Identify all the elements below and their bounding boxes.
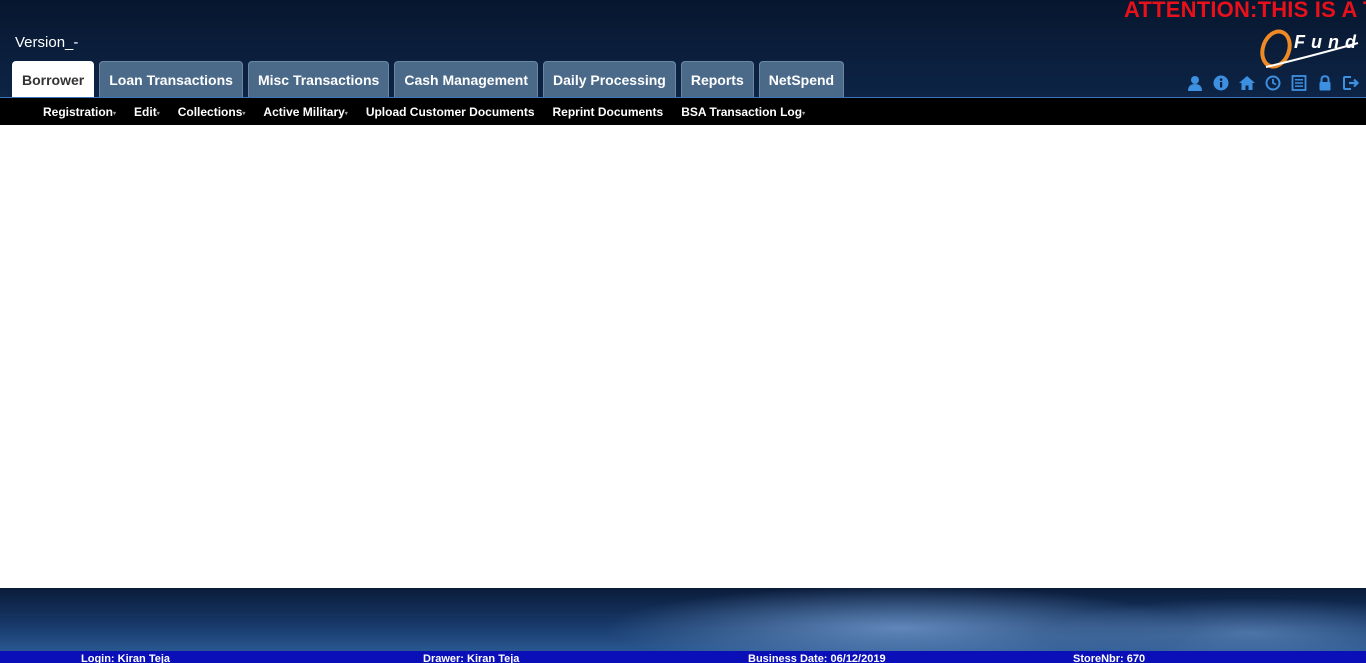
subnav-label: Reprint Documents [552,105,664,119]
qfund-logo: Fund [1258,27,1362,73]
subnav-label: Upload Customer Documents [365,105,535,119]
main-content [0,125,1366,588]
subnav-active-military[interactable]: Active Military▾ [263,105,347,119]
status-login: Login: Kiran Teja [81,653,171,663]
sub-navigation: Registration▾ Edit▾ Collections▾ Active … [0,97,1366,125]
main-tabs: Borrower Loan Transactions Misc Transact… [12,61,845,97]
user-icon[interactable] [1186,74,1204,92]
caret-down-icon: ▾ [344,111,348,117]
subnav-collections[interactable]: Collections▾ [178,105,246,119]
status-business-date: Business Date: 06/12/2019 [748,653,886,663]
info-icon[interactable] [1212,74,1230,92]
subnav-label: Active Military [263,105,345,119]
caret-down-icon: ▾ [242,111,246,117]
logo-text: Fund [1294,32,1362,52]
subnav-reprint-documents[interactable]: Reprint Documents [553,105,664,119]
tab-netspend[interactable]: NetSpend [758,61,845,97]
subnav-label: Edit [134,105,157,119]
tab-daily-processing[interactable]: Daily Processing [543,61,676,97]
tab-cash-management[interactable]: Cash Management [394,61,539,97]
subnav-label: Registration [43,105,114,119]
caret-down-icon: ▾ [156,111,160,117]
app-header: ATTENTION:THIS IS A T Version_- Fund Bor… [0,0,1366,97]
subnav-upload-customer-documents[interactable]: Upload Customer Documents [366,105,535,119]
subnav-registration[interactable]: Registration▾ [43,105,116,119]
tab-loan-transactions[interactable]: Loan Transactions [99,61,243,97]
status-drawer: Drawer: Kiran Teja [423,653,520,663]
tab-misc-transactions[interactable]: Misc Transactions [247,61,390,97]
subnav-bsa-transaction-log[interactable]: BSA Transaction Log▾ [681,105,805,119]
caret-down-icon: ▾ [113,111,117,117]
version-label: Version_- [15,34,79,51]
footer-banner [0,588,1366,651]
tab-reports[interactable]: Reports [680,61,754,97]
subnav-edit[interactable]: Edit▾ [134,105,160,119]
home-icon[interactable] [1238,74,1256,92]
tab-borrower[interactable]: Borrower [12,61,95,97]
status-store-number: StoreNbr: 670 [1073,653,1146,663]
attention-banner: ATTENTION:THIS IS A T [1124,0,1366,22]
status-bar: Login: Kiran Teja Drawer: Kiran Teja Bus… [0,651,1366,663]
toolbar-icons [1186,74,1360,92]
logout-icon[interactable] [1342,74,1360,92]
subnav-label: Collections [177,105,243,119]
subnav-label: BSA Transaction Log [681,105,803,119]
clock-icon[interactable] [1264,74,1282,92]
caret-down-icon: ▾ [802,111,806,117]
list-icon[interactable] [1290,74,1308,92]
lock-icon[interactable] [1316,74,1334,92]
